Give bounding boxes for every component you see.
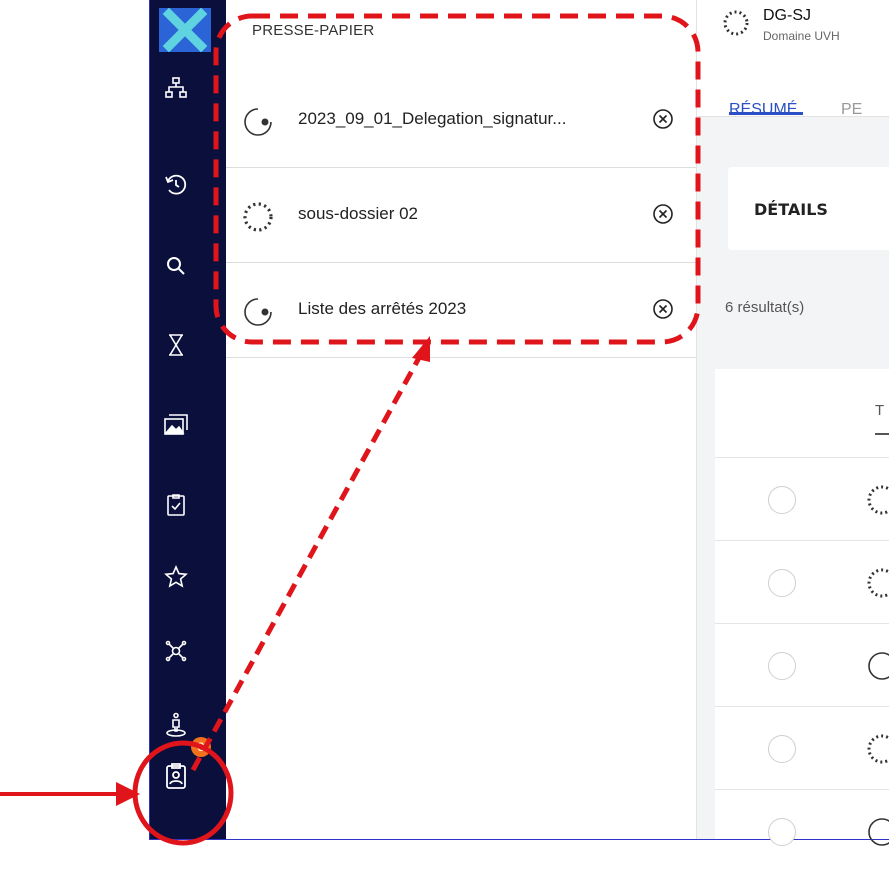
image-gallery-icon [163,413,189,437]
sidebar-item-gallery[interactable] [159,408,193,442]
plain-circle-icon [865,649,889,687]
node-subtitle: Domaine UVH [763,29,840,43]
location-person-icon [164,712,188,738]
sidebar-item-network[interactable] [159,634,193,668]
clipboard-item-label: sous-dossier 02 [298,204,419,223]
table-row[interactable] [715,457,889,540]
node-header: DG-SJ Domaine UVH [697,0,889,68]
clipboard-person-icon [165,762,187,790]
sidebar-item-history[interactable] [159,168,193,202]
remove-item-icon[interactable] [652,203,674,229]
sidebar-item-search[interactable] [159,249,193,283]
search-icon [164,254,188,278]
plain-circle-icon [865,815,889,853]
clipboard-item-label: Liste des arrêtés 2023 [298,299,467,318]
x-logo-icon[interactable] [159,8,211,52]
dotted-circle-icon [865,566,889,604]
row-radio[interactable] [768,735,796,763]
remove-item-icon[interactable] [652,108,674,134]
results-count: 6 résultat(s) [725,299,805,316]
pointer-arrow-head [116,782,140,806]
sidebar-item-favorites[interactable] [159,560,193,594]
dotted-circle-icon [865,732,889,770]
column-header-underline [875,433,889,435]
clipboard-panel: PRESSE-PAPIER 2023_09_01_Delegation_sign… [226,0,697,839]
tab-resume[interactable]: RÉSUMÉ [729,101,797,119]
sidebar-item-tasks[interactable] [159,488,193,522]
sidebar-item-clipboard[interactable] [159,759,193,793]
dotted-circle-icon [721,8,751,42]
node-title: DG-SJ [763,7,811,24]
details-card[interactable]: DÉTAILS [728,167,889,250]
row-radio[interactable] [768,486,796,514]
clipboard-item[interactable]: sous-dossier 02 [226,167,696,263]
remove-item-icon[interactable] [652,298,674,324]
row-radio[interactable] [768,818,796,846]
checklist-icon [165,493,187,517]
dotted-circle-icon [242,201,274,237]
hourglass-icon [165,333,187,357]
panel-title: PRESSE-PAPIER [252,22,375,39]
history-icon [164,173,188,197]
table-row[interactable] [715,623,889,706]
results-table: T [715,369,889,846]
details-title: DÉTAILS [754,200,828,219]
star-icon [164,565,188,589]
partial-circle-icon [242,296,274,332]
active-tab-indicator [729,112,803,115]
main-content: DG-SJ Domaine UVH RÉSUMÉ PE DÉTAILS 6 ré… [697,0,889,846]
partial-circle-icon [242,106,274,142]
row-radio[interactable] [768,652,796,680]
hierarchy-icon [164,76,188,100]
clipboard-item-label: 2023_09_01_Delegation_signatur... [298,109,567,128]
tab-pe[interactable]: PE [841,101,862,119]
table-row[interactable] [715,789,889,872]
sidebar-item-location[interactable] [159,708,193,742]
table-row[interactable] [715,706,889,789]
row-radio[interactable] [768,569,796,597]
clipboard-item[interactable]: Liste des arrêtés 2023 [226,262,696,358]
network-icon [164,639,188,663]
sidebar-item-hierarchy[interactable] [159,71,193,105]
table-row[interactable] [715,540,889,623]
dotted-circle-icon [865,483,889,521]
sidebar-item-hourglass[interactable] [159,328,193,362]
column-header[interactable]: T [875,402,884,419]
clipboard-item[interactable]: 2023_09_01_Delegation_signatur... [226,72,696,168]
clipboard-count-badge: 3 [191,737,211,757]
